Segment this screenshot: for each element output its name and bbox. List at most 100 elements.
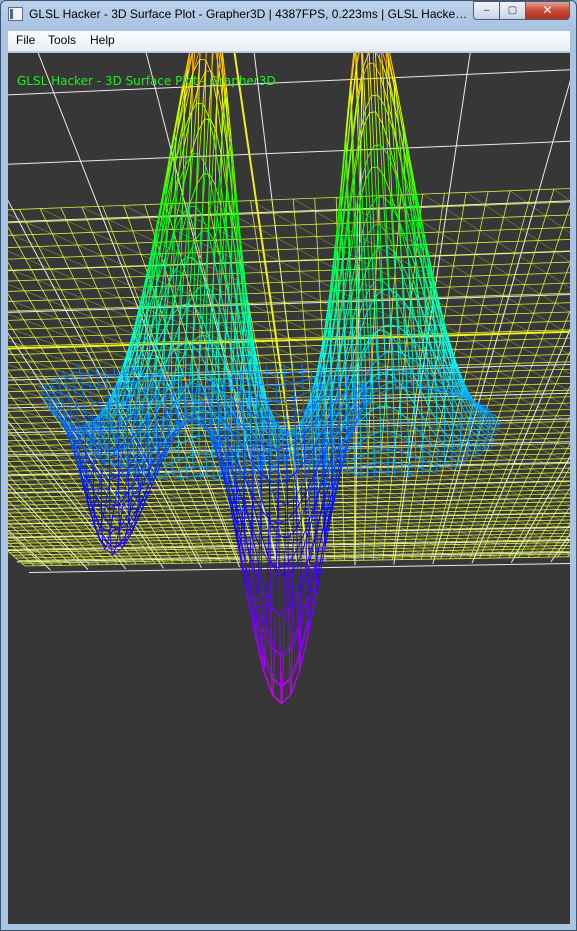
surface-line — [386, 431, 389, 450]
surface-line — [209, 396, 211, 407]
surface-line — [322, 479, 325, 504]
surface-line — [482, 414, 485, 417]
surface-line — [81, 382, 91, 387]
surface-line — [264, 654, 275, 679]
surface-line — [269, 488, 279, 501]
surface-line — [124, 449, 127, 458]
surface-line — [257, 458, 266, 464]
surface-line — [184, 351, 187, 389]
surface-line — [166, 422, 169, 432]
surface-line — [380, 144, 389, 155]
maximize-button[interactable]: ▢ — [499, 1, 526, 20]
surface-line — [394, 432, 402, 437]
surface-line — [62, 370, 66, 378]
surface-line — [214, 374, 217, 383]
surface-line — [475, 447, 477, 453]
surface-line — [379, 406, 382, 432]
surface-line — [366, 312, 370, 345]
surface-line — [258, 384, 260, 399]
surface-line — [406, 392, 409, 420]
surface-line — [144, 390, 147, 405]
surface-line — [367, 463, 375, 466]
surface-line — [77, 365, 81, 374]
surface-line — [250, 395, 252, 414]
surface-line — [253, 597, 255, 622]
surface-line — [444, 461, 452, 466]
surface-line — [373, 224, 381, 226]
surface-line — [233, 401, 236, 418]
surface-line — [126, 418, 129, 442]
surface-line — [257, 459, 260, 467]
render-viewport[interactable]: GLSL Hacker - 3D Surface Plot - Grapher3… — [8, 53, 570, 924]
surface-line — [226, 476, 234, 479]
surface-line — [250, 441, 252, 454]
surface-line — [263, 456, 266, 464]
surface-line — [330, 438, 332, 457]
surface-line — [186, 476, 189, 483]
surface-line — [238, 454, 246, 460]
surface-line — [83, 395, 92, 402]
surface-line — [293, 383, 295, 398]
surface-line — [219, 257, 227, 282]
surface-line — [478, 423, 481, 429]
surface-line — [295, 472, 298, 510]
surface-line — [164, 267, 167, 302]
surface-line — [288, 589, 299, 608]
surface-line — [202, 103, 210, 117]
surface-line — [297, 590, 299, 628]
surface-line — [136, 431, 139, 454]
minimize-button[interactable]: ‒ — [473, 1, 500, 20]
menu-file[interactable]: File — [16, 33, 35, 47]
surface-line — [259, 417, 261, 443]
surface-line — [269, 462, 272, 489]
surface-line — [237, 440, 239, 455]
grid-line — [8, 200, 570, 223]
surface-line — [195, 264, 200, 309]
surface-line — [296, 509, 298, 550]
surface-line — [292, 363, 294, 373]
surface-line — [284, 460, 292, 462]
surface-line — [393, 432, 396, 451]
surface-line — [280, 694, 291, 704]
surface-line — [205, 59, 213, 75]
surface-line — [403, 380, 412, 383]
surface-line — [375, 280, 378, 331]
menu-help[interactable]: Help — [90, 33, 115, 47]
surface-line — [84, 412, 93, 420]
surface-line — [394, 79, 405, 129]
surface-line — [452, 393, 455, 395]
surface-line — [421, 415, 423, 435]
surface-line — [284, 504, 287, 539]
surface-line — [205, 335, 207, 378]
surface-line — [379, 53, 381, 77]
surface-line — [270, 647, 281, 656]
close-button[interactable]: ✕ — [525, 1, 570, 20]
surface-line — [365, 179, 369, 236]
surface-line — [195, 413, 205, 419]
surface-line — [206, 380, 209, 388]
app-icon[interactable] — [8, 7, 23, 21]
surface-line — [209, 119, 212, 175]
surface-line — [374, 449, 382, 452]
surface-line — [213, 140, 221, 175]
surface-line — [302, 394, 305, 412]
surface-line — [364, 109, 368, 159]
surface-line — [89, 385, 93, 401]
surface-line — [166, 410, 177, 423]
surface-line — [363, 227, 366, 273]
surface-line — [313, 475, 316, 505]
surface-line — [395, 387, 398, 390]
surface-line — [373, 62, 381, 77]
surface-line — [452, 432, 461, 443]
surface-line — [297, 626, 300, 656]
surface-line — [372, 409, 375, 434]
menu-tools[interactable]: Tools — [48, 33, 76, 47]
surface-line — [64, 377, 68, 388]
surface-line — [388, 289, 392, 325]
surface-line — [366, 414, 368, 438]
surface-line — [286, 447, 288, 481]
surface-line — [213, 475, 221, 477]
surface-line — [136, 350, 139, 364]
title-bar[interactable]: GLSL Hacker - 3D Surface Plot - Grapher3… — [1, 1, 576, 30]
surface-line — [411, 382, 413, 388]
